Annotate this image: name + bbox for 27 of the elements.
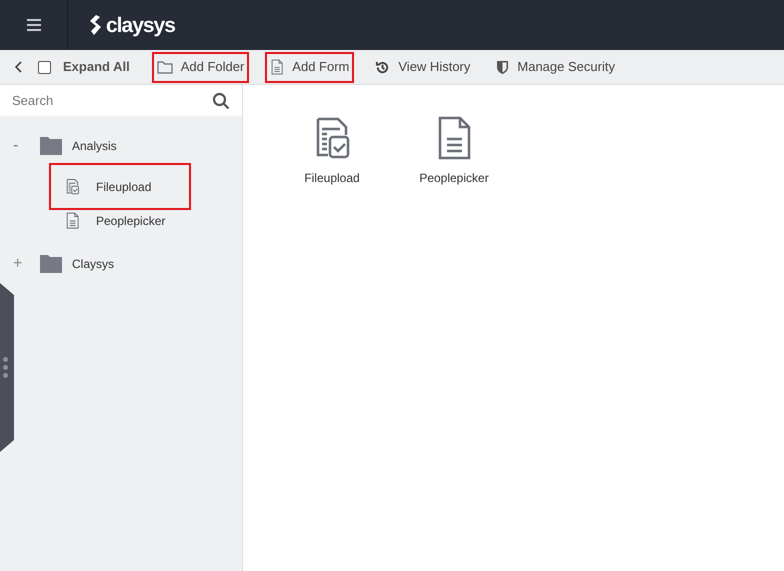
checkbox[interactable] (38, 60, 51, 74)
search-field[interactable]: Search (0, 85, 242, 116)
toolbar-button[interactable]: View History (370, 52, 476, 82)
tree-item[interactable]: Fileupload (49, 163, 191, 210)
toolbar-button[interactable]: Manage Security (491, 52, 620, 82)
form-tile[interactable]: Peoplepicker (403, 115, 505, 187)
search-input[interactable]: Search (12, 90, 192, 110)
document-icon (270, 58, 284, 76)
folder-icon (40, 255, 62, 273)
folder-icon (40, 137, 62, 155)
logo-icon (88, 14, 104, 36)
folder-icon (156, 60, 173, 74)
form-tile[interactable]: Fileupload (281, 115, 383, 187)
search-icon (212, 92, 230, 110)
expand-all-checkbox[interactable]: Expand All (38, 57, 130, 77)
tree-toggle[interactable]: - (0, 134, 40, 158)
upload-form-icon (65, 178, 80, 196)
document-icon (65, 212, 80, 230)
toolbar-button[interactable]: Add Form (265, 52, 354, 82)
back-icon (15, 61, 23, 73)
tree-item[interactable]: Analysis (72, 137, 117, 155)
tree-item[interactable]: Claysys (72, 255, 114, 273)
logo-text: claysys (106, 14, 175, 36)
menu-icon (26, 19, 40, 31)
toolbar-button[interactable]: Add Folder (152, 52, 250, 82)
history-icon (375, 60, 390, 74)
shield-icon (496, 60, 510, 74)
